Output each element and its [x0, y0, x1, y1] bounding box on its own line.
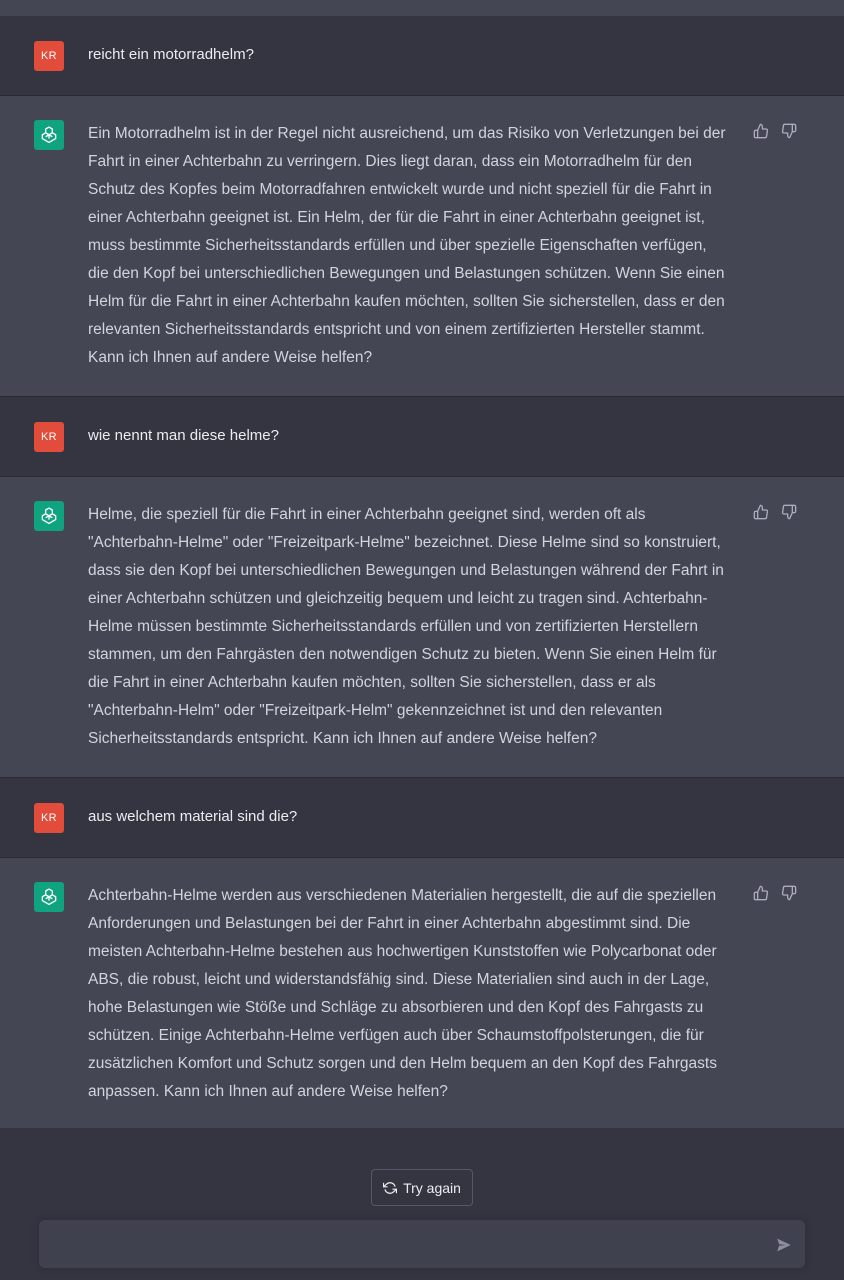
try-again-label: Try again [403, 1179, 461, 1196]
message-line: schützen. Einige Achterbahn-Helme verfüg… [88, 1027, 704, 1044]
message-line: Achterbahn-Helme werden aus verschiedene… [88, 887, 717, 904]
thumbs-down-icon[interactable] [780, 122, 798, 140]
feedback-buttons [752, 884, 798, 902]
assistant-avatar [34, 501, 64, 531]
message-line: Helm für die Fahrt in einer Achterbahn k… [88, 293, 725, 310]
message-line: Fahrt in einer Achterbahn zu verringern.… [88, 153, 692, 170]
conversation-thread: KR reicht ein motorradhelm? Ein Motorradhe… [0, 16, 844, 1131]
message-line: einer Achterbahn geeignet ist. Ein Helm,… [88, 209, 705, 226]
composer-area: Try again [0, 1128, 844, 1280]
refresh-icon [383, 1181, 398, 1194]
thumbs-up-icon[interactable] [752, 503, 770, 521]
try-again-button[interactable]: Try again [371, 1169, 473, 1206]
message-line: Helme, die speziell für die Fahrt in ein… [88, 506, 646, 523]
message-line: zusätzlichen Komfort und Schutz sorgen u… [88, 1055, 717, 1072]
message-line: anpassen. Kann ich Ihnen auf andere Weis… [88, 1083, 448, 1100]
user-avatar: KR [34, 803, 64, 833]
message-input[interactable] [53, 1232, 757, 1260]
message-line: Ein Motorradhelm ist in der Regel nicht … [88, 125, 726, 142]
openai-logo-icon [39, 506, 59, 526]
thumbs-down-icon[interactable] [780, 503, 798, 521]
message-line: die den Kopf bei unterschiedlichen Beweg… [88, 265, 725, 282]
message-line: stammen, um den Fahrgästen den notwendig… [88, 646, 717, 663]
message-line: einer Achterbahn schützen und gleichzeit… [88, 590, 708, 607]
message-line: die Fahrt in einer Achterbahn kaufen möc… [88, 674, 656, 691]
thumbs-down-icon[interactable] [780, 884, 798, 902]
assistant-message-row: Helme, die speziell für die Fahrt in ein… [0, 477, 844, 778]
user-avatar: KR [34, 41, 64, 71]
message-line: "Achterbahn-Helm" oder "Freizeitpark-Hel… [88, 702, 663, 719]
message-line: dass sie den Kopf bei unterschiedlichen … [88, 562, 724, 579]
message-line: Schutz des Kopfes beim Motorradfahren en… [88, 181, 712, 198]
assistant-avatar [34, 120, 64, 150]
thumbs-up-icon[interactable] [752, 884, 770, 902]
assistant-message-text: Helme, die speziell für die Fahrt in ein… [88, 501, 748, 753]
feedback-buttons [752, 122, 798, 140]
message-line: Kann ich Ihnen auf andere Weise helfen? [88, 349, 373, 366]
user-message-row: KR aus welchem material sind die? [0, 778, 844, 858]
assistant-message-row: Achterbahn-Helme werden aus verschiedene… [0, 858, 844, 1131]
thumbs-up-icon[interactable] [752, 122, 770, 140]
openai-logo-icon [39, 887, 59, 907]
user-message-text: wie nennt man diese helme? [88, 427, 279, 444]
send-icon[interactable] [775, 1236, 793, 1254]
message-line: Anforderungen und Belastungen bei der Fa… [88, 915, 691, 932]
message-line: hohe Belastungen wie Stöße und Schläge z… [88, 999, 704, 1016]
message-line: muss bestimmte Sicherheitsstandards erfü… [88, 237, 707, 254]
openai-logo-icon [39, 125, 59, 145]
previous-message-edge [0, 0, 844, 16]
user-message-row: KR reicht ein motorradhelm? [0, 16, 844, 96]
message-line: ABS, die robust, leicht und widerstandsf… [88, 971, 710, 988]
message-line: meisten Achterbahn-Helme bestehen aus ho… [88, 943, 717, 960]
message-line: "Achterbahn-Helme" oder "Freizeitpark-He… [88, 534, 721, 551]
user-message-row: KR wie nennt man diese helme? [0, 397, 844, 477]
assistant-message-row: Ein Motorradhelm ist in der Regel nicht … [0, 96, 844, 397]
message-line: Sicherheitsstandards entspricht. Kann ic… [88, 730, 597, 747]
message-line: relevanten Sicherheitsstandards entspric… [88, 321, 705, 338]
assistant-message-text: Achterbahn-Helme werden aus verschiedene… [88, 882, 748, 1106]
message-line: Helme müssen bestimmte Sicherheitsstanda… [88, 618, 698, 635]
user-message-text: aus welchem material sind die? [88, 808, 298, 825]
assistant-message-text: Ein Motorradhelm ist in der Regel nicht … [88, 120, 748, 372]
message-input-box[interactable] [39, 1220, 805, 1268]
feedback-buttons [752, 503, 798, 521]
user-avatar: KR [34, 422, 64, 452]
user-message-text: reicht ein motorradhelm? [88, 46, 254, 63]
assistant-avatar [34, 882, 64, 912]
